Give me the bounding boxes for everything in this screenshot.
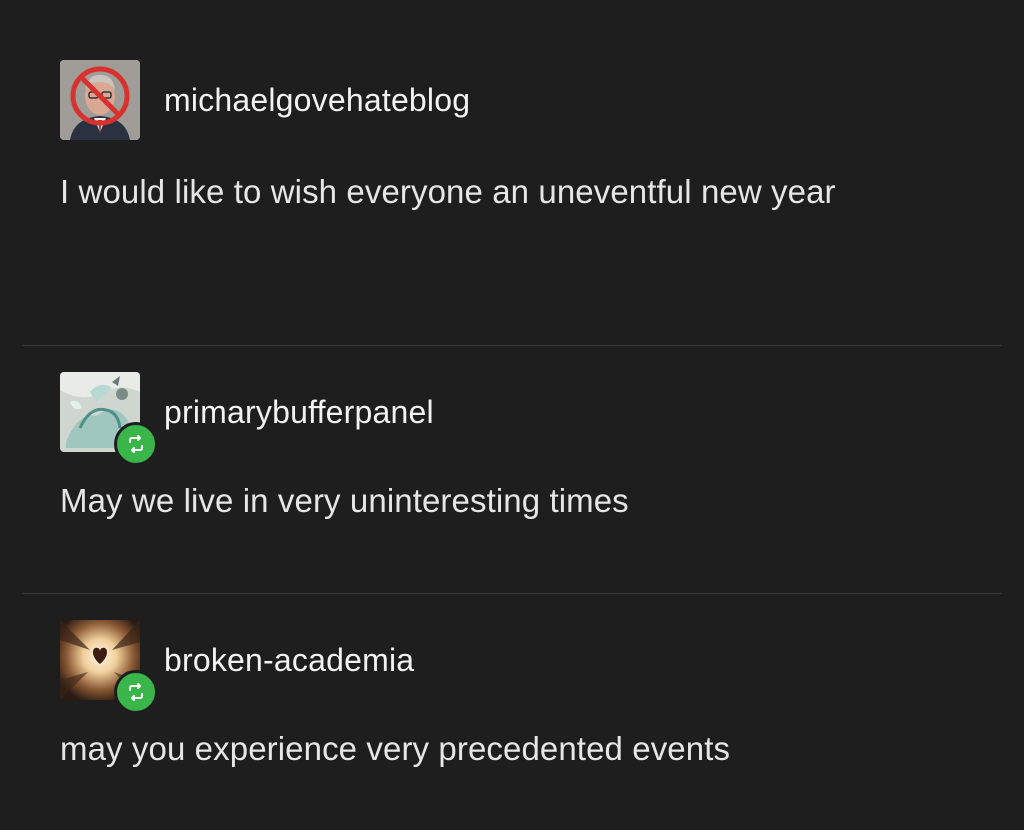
- post-username[interactable]: broken-academia: [164, 642, 414, 679]
- post-body: May we live in very uninteresting times: [60, 482, 629, 519]
- divider: [22, 345, 1002, 346]
- post-header: broken-academia: [60, 620, 414, 714]
- post-username[interactable]: michaelgovehateblog: [164, 82, 470, 119]
- reblog-thread: michaelgovehateblog I would like to wish…: [0, 0, 1024, 830]
- avatar[interactable]: [60, 60, 140, 140]
- post-body: may you experience very precedented even…: [60, 730, 731, 767]
- avatar[interactable]: [60, 372, 158, 466]
- divider: [22, 593, 1002, 594]
- avatar[interactable]: [60, 620, 158, 714]
- crossed-out-portrait-icon: [60, 60, 140, 140]
- post-header: primarybufferpanel: [60, 372, 434, 466]
- post-username[interactable]: primarybufferpanel: [164, 394, 434, 431]
- post-header: michaelgovehateblog: [60, 60, 470, 140]
- reblog-icon: [114, 670, 158, 714]
- reblog-icon: [114, 422, 158, 466]
- post-body: I would like to wish everyone an unevent…: [60, 173, 836, 210]
